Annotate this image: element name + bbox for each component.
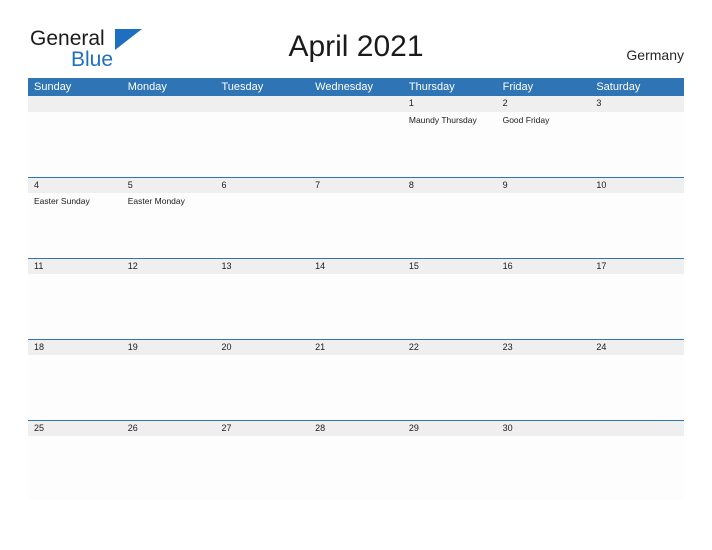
weekday-header-saturday: Saturday [596,81,641,93]
date-number[interactable] [215,96,309,112]
day-event[interactable] [590,436,684,500]
date-number[interactable]: 27 [215,421,309,436]
day-event[interactable] [122,355,216,419]
day-event[interactable]: Easter Monday [122,193,216,257]
date-number[interactable]: 30 [497,421,591,436]
date-number[interactable]: 21 [309,340,403,355]
date-number[interactable]: 2 [497,96,591,112]
date-number-band: 25 26 27 28 29 30 [28,420,684,436]
date-number[interactable]: 1 [403,96,497,112]
day-event[interactable] [215,355,309,419]
event-band [28,355,684,419]
date-number[interactable]: 4 [28,178,122,193]
day-event[interactable] [497,274,591,338]
event-band [28,436,684,500]
date-number[interactable]: 22 [403,340,497,355]
day-event[interactable] [309,193,403,257]
date-number[interactable]: 25 [28,421,122,436]
day-event[interactable] [122,112,216,176]
day-event[interactable] [122,274,216,338]
date-number[interactable]: 3 [590,96,684,112]
country-label: Germany [626,47,684,63]
day-event[interactable] [497,355,591,419]
week-row: 18 19 20 21 22 23 24 [28,339,684,420]
weekday-header-row: Sunday Monday Tuesday Wednesday Thursday… [28,78,684,96]
weekday-header-thursday: Thursday [408,81,455,93]
day-event[interactable] [590,112,684,176]
date-number-band: 1 2 3 [28,96,684,112]
date-number[interactable]: 19 [122,340,216,355]
day-event[interactable] [28,274,122,338]
day-event[interactable] [309,436,403,500]
date-number[interactable]: 7 [309,178,403,193]
date-number[interactable]: 26 [122,421,216,436]
week-row: 1 2 3 Maundy Thursday Good Friday [28,96,684,177]
date-number-band: 11 12 13 14 15 16 17 [28,258,684,274]
date-number[interactable]: 6 [215,178,309,193]
date-number[interactable]: 17 [590,259,684,274]
day-event[interactable] [497,193,591,257]
day-event[interactable] [215,274,309,338]
weekday-header-tuesday: Tuesday [221,81,264,93]
date-number[interactable]: 15 [403,259,497,274]
day-event[interactable] [309,355,403,419]
day-event[interactable]: Easter Sunday [28,193,122,257]
date-number[interactable] [28,96,122,112]
date-number[interactable]: 13 [215,259,309,274]
day-event[interactable] [28,112,122,176]
day-event[interactable] [122,436,216,500]
day-event[interactable] [28,436,122,500]
week-row: 25 26 27 28 29 30 [28,420,684,501]
day-event[interactable] [590,355,684,419]
calendar-grid: Sunday Monday Tuesday Wednesday Thursday… [28,78,684,501]
week-row: 11 12 13 14 15 16 17 [28,258,684,339]
date-number[interactable]: 11 [28,259,122,274]
date-number[interactable]: 9 [497,178,591,193]
date-number[interactable] [590,421,684,436]
day-event[interactable] [28,355,122,419]
day-event[interactable] [403,355,497,419]
weekday-header-friday: Friday [502,81,534,93]
week-row: 4 5 6 7 8 9 10 Easter Sunday Easter Mond… [28,177,684,258]
date-number[interactable]: 23 [497,340,591,355]
event-band: Easter Sunday Easter Monday [28,193,684,257]
weekday-header-monday: Monday [127,81,167,93]
date-number[interactable]: 24 [590,340,684,355]
date-number-band: 4 5 6 7 8 9 10 [28,177,684,193]
date-number[interactable]: 28 [309,421,403,436]
date-number[interactable]: 5 [122,178,216,193]
day-event[interactable] [403,274,497,338]
date-number[interactable]: 14 [309,259,403,274]
date-number[interactable]: 10 [590,178,684,193]
weekday-header-sunday: Sunday [34,81,72,93]
date-number[interactable]: 20 [215,340,309,355]
day-event[interactable] [215,112,309,176]
date-number[interactable]: 16 [497,259,591,274]
event-band: Maundy Thursday Good Friday [28,112,684,176]
date-number[interactable]: 8 [403,178,497,193]
weekday-header-wednesday: Wednesday [315,81,374,93]
day-event[interactable] [215,193,309,257]
day-event[interactable] [590,193,684,257]
day-event[interactable] [215,436,309,500]
day-event[interactable] [403,436,497,500]
date-number[interactable]: 12 [122,259,216,274]
date-number-band: 18 19 20 21 22 23 24 [28,339,684,355]
day-event[interactable]: Good Friday [497,112,591,176]
date-number[interactable] [309,96,403,112]
date-number[interactable]: 18 [28,340,122,355]
date-number[interactable]: 29 [403,421,497,436]
date-number[interactable] [122,96,216,112]
event-band [28,274,684,338]
day-event[interactable] [590,274,684,338]
page-title: April 2021 [288,30,424,63]
day-event[interactable] [497,436,591,500]
day-event[interactable] [403,193,497,257]
day-event[interactable] [309,274,403,338]
day-event[interactable] [309,112,403,176]
page-header: General Blue April 2021 Germany [0,0,712,76]
day-event[interactable]: Maundy Thursday [403,112,497,176]
